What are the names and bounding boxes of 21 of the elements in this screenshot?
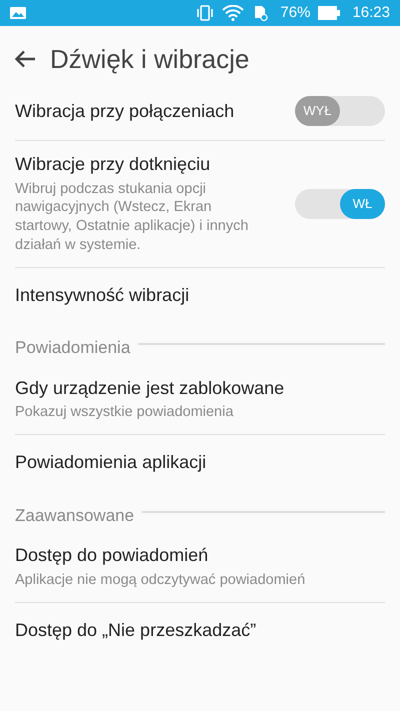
back-arrow-icon[interactable] [14, 50, 36, 68]
clock: 16:23 [352, 2, 390, 23]
gallery-icon [10, 7, 26, 19]
setting-description: Aplikacje nie mogą odczytywać powiadomień [15, 570, 306, 590]
wifi-icon [222, 5, 244, 21]
battery-percent: 76% [280, 2, 310, 23]
screen-title: Dźwięk i wibracje [50, 42, 250, 76]
setting-title[interactable]: Gdy urządzenie jest zablokowane [15, 376, 385, 400]
setting-title[interactable]: Powiadomienia aplikacji [15, 451, 385, 474]
battery-icon [318, 6, 340, 20]
setting-title[interactable]: Dostęp do powiadomień [15, 544, 385, 567]
setting-description: Pokazuj wszystkie powiadomienia [15, 403, 234, 422]
vibrate-icon [196, 5, 214, 21]
setting-title[interactable]: Dostęp do „Nie przeszkadzać” [15, 618, 385, 642]
section-header: Zaawansowane [15, 504, 134, 527]
setting-title[interactable]: Intensywność wibracji [15, 284, 385, 306]
setting-title[interactable]: Wibracja przy połączeniach [15, 100, 287, 122]
section-header: Powiadomienia [15, 337, 130, 360]
sd-card-icon [252, 5, 268, 21]
setting-title[interactable]: Wibracje przy dotknięciu [15, 153, 287, 176]
setting-description: Wibruj podczas stukania opcji nawigacyjnych (Wstecz, Ekran startowy, Ostatnie aplikacje) i innych działań w systemie. [15, 180, 250, 255]
